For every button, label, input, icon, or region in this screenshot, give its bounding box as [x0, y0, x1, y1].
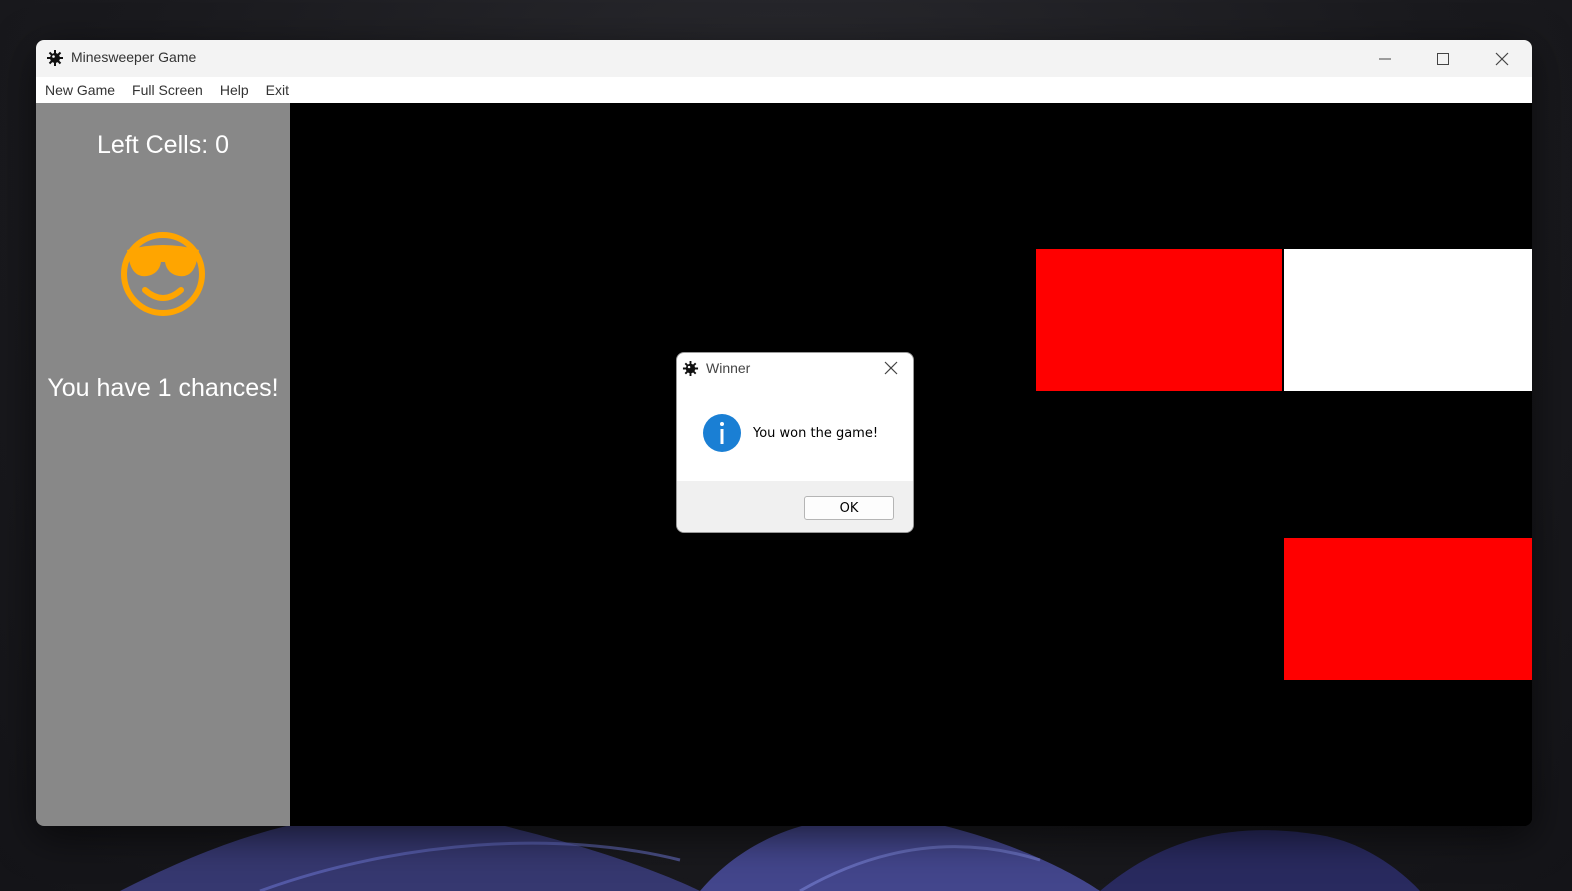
close-icon[interactable]	[883, 360, 899, 376]
dialog-footer: OK	[677, 481, 913, 532]
close-icon	[1495, 52, 1509, 65]
minimize-button[interactable]	[1356, 40, 1414, 77]
minimize-icon	[1379, 58, 1391, 59]
status-sidebar: Left Cells: 0 You have 1 chances!	[36, 103, 290, 826]
dialog-message: You won the game!	[753, 426, 879, 441]
menu-bar: New Game Full Screen Help Exit	[36, 77, 1532, 104]
close-button[interactable]	[1473, 40, 1531, 77]
chances-text: You have 1 chances!	[47, 374, 279, 402]
menu-exit[interactable]: Exit	[257, 82, 297, 98]
left-cells-counter: Left Cells: 0	[96, 131, 229, 159]
menu-help[interactable]: Help	[211, 82, 257, 98]
menu-full-screen[interactable]: Full Screen	[123, 82, 211, 98]
mine-icon	[682, 360, 699, 377]
title-bar[interactable]: Minesweeper Game	[36, 40, 1532, 77]
ok-button[interactable]: OK	[804, 496, 894, 520]
maximize-button[interactable]	[1414, 40, 1472, 77]
smiley-sunglasses-icon[interactable]	[119, 230, 207, 318]
board-cell-red[interactable]	[1284, 538, 1532, 680]
window-title: Minesweeper Game	[71, 49, 197, 65]
dialog-title: Winner	[706, 360, 751, 376]
mine-icon	[47, 50, 63, 66]
info-icon	[703, 414, 741, 452]
menu-new-game[interactable]: New Game	[36, 82, 123, 98]
maximize-icon	[1437, 52, 1449, 65]
winner-dialog: Winner You won the game! OK	[676, 352, 914, 533]
board-cell-white[interactable]	[1284, 249, 1532, 391]
board-cell-red[interactable]	[1036, 249, 1282, 391]
